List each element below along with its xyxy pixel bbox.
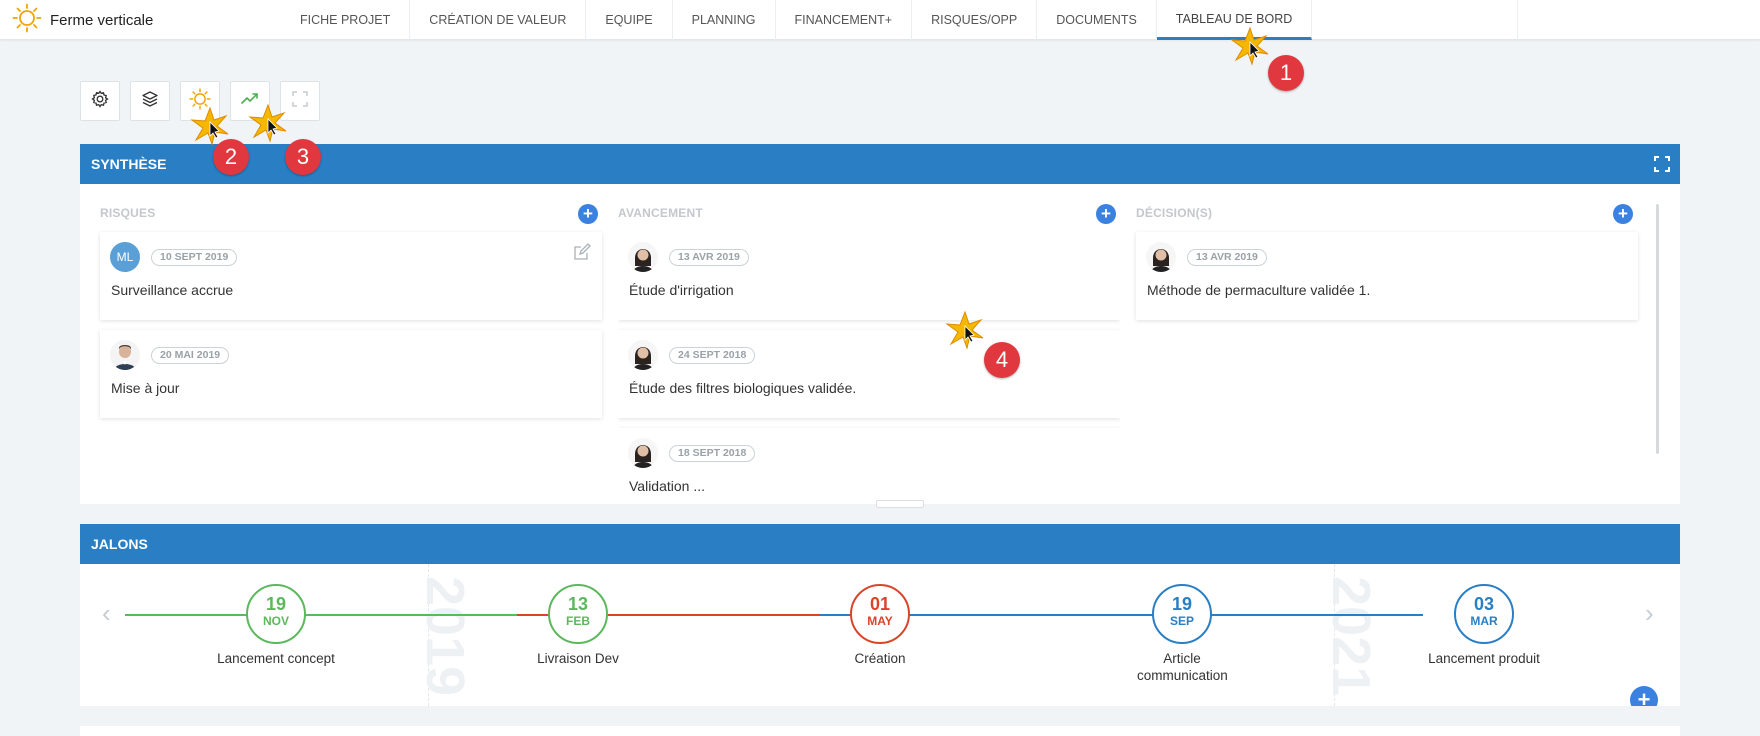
tab-fiche-projet[interactable]: FICHE PROJET	[281, 0, 411, 40]
year-label: 2019	[415, 576, 475, 697]
date-badge: 24 SEPT 2018	[669, 347, 756, 364]
cursor-highlight-icon	[1230, 26, 1269, 66]
milestone-day: 03	[1473, 594, 1495, 614]
layers-button[interactable]	[130, 81, 170, 121]
date-badge: 10 SEPT 2019	[151, 249, 238, 266]
chevron-right-icon[interactable]: ›	[1645, 598, 1654, 629]
tab-risques-opp[interactable]: RISQUES/OPP	[912, 0, 1038, 40]
card-text: Méthode de permaculture validée 1.	[1147, 282, 1371, 298]
date-badge: 13 AVR 2019	[1187, 249, 1267, 266]
avatar	[628, 340, 658, 370]
callout-badge: 1	[1268, 55, 1304, 91]
milestone-day: 19	[1171, 594, 1193, 614]
settings-button[interactable]	[80, 81, 120, 121]
app-title: Ferme verticale	[50, 11, 154, 29]
avancement-card[interactable]: 13 AVR 2019 Étude d'irrigation	[618, 232, 1120, 320]
tab-equipe[interactable]: EQUIPE	[586, 0, 673, 40]
card-text: Mise à jour	[111, 380, 180, 396]
avancement-card[interactable]: 18 SEPT 2018 Validation ...	[618, 428, 1120, 502]
synthese-title: SYNTHÈSE	[91, 156, 167, 172]
gear-icon	[90, 89, 110, 114]
callout-badge: 3	[285, 139, 321, 175]
brand[interactable]: Ferme verticale	[12, 0, 153, 40]
card-text: Surveillance accrue	[111, 282, 234, 298]
add-decision-button[interactable]: +	[1613, 204, 1633, 224]
milestone-day: 19	[265, 594, 287, 614]
milestone-label: Création	[854, 651, 906, 666]
tab-empty	[1312, 0, 1519, 40]
decision-card[interactable]: 13 AVR 2019 Méthode de permaculture vali…	[1136, 232, 1638, 320]
year-label: 2021	[1321, 576, 1381, 697]
date-badge: 13 AVR 2019	[669, 249, 749, 266]
milestone-badge[interactable]: 13 FEB	[548, 584, 608, 644]
main-tabs: FICHE PROJET CRÉATION DE VALEUR EQUIPE P…	[281, 0, 1519, 40]
tab-creation-de-valeur[interactable]: CRÉATION DE VALEUR	[410, 0, 587, 40]
date-badge: 18 SEPT 2018	[669, 445, 756, 462]
milestone-badge[interactable]: 19 NOV	[246, 584, 306, 644]
jalons-body: 2019 2021 ‹ › 19 NOV Lancement concept 1…	[80, 564, 1680, 706]
milestone-badge[interactable]: 01 MAY	[850, 584, 910, 644]
milestone-day: 13	[567, 594, 589, 614]
cursor-highlight-icon	[945, 310, 984, 350]
callout-badge: 2	[213, 139, 249, 175]
callout-badge: 4	[984, 342, 1020, 378]
milestone-month: MAR	[1470, 614, 1498, 628]
milestone-month: FEB	[566, 614, 590, 628]
card-text: Étude des filtres biologiques validée.	[629, 380, 857, 396]
milestone-month: SEP	[1169, 614, 1194, 628]
risque-card[interactable]: ML 10 SEPT 2019 Surveillance accrue	[100, 232, 602, 320]
col-title-risques: RISQUES	[100, 206, 156, 220]
avatar	[628, 438, 658, 468]
next-panel	[80, 726, 1680, 736]
milestone-label: Lancement produit	[1428, 651, 1540, 666]
milestone-label: Livraison Dev	[537, 651, 619, 666]
edit-icon[interactable]	[572, 242, 592, 267]
tab-planning[interactable]: PLANNING	[673, 0, 776, 40]
card-text: Étude d'irrigation	[629, 282, 734, 298]
synthese-body: RISQUES + ML 10 SEPT 2019 Surveillance a…	[80, 184, 1680, 504]
avatar	[1146, 242, 1176, 272]
jalons-header: JALONS	[80, 524, 1680, 564]
avatar: ML	[110, 242, 140, 272]
avancement-list[interactable]: 13 AVR 2019 Étude d'irrigation 24 SEPT 2…	[618, 232, 1120, 502]
top-navbar: Ferme verticale FICHE PROJET CRÉATION DE…	[0, 0, 1760, 40]
synthese-header: SYNTHÈSE	[80, 144, 1680, 184]
card-text: Validation ...	[629, 478, 706, 494]
col-title-avancement: AVANCEMENT	[618, 206, 703, 220]
milestone-badge[interactable]: 19 SEP	[1152, 584, 1212, 644]
milestone-label: Lancement concept	[217, 651, 335, 666]
milestone-month: MAY	[867, 614, 893, 628]
fullscreen-icon	[291, 90, 309, 113]
add-milestone-button[interactable]: +	[1630, 686, 1658, 706]
date-badge: 20 MAI 2019	[151, 347, 230, 364]
tab-financement[interactable]: FINANCEMENT+	[776, 0, 913, 40]
avatar	[628, 242, 658, 272]
risque-card[interactable]: 20 MAI 2019 Mise à jour	[100, 330, 602, 418]
layers-icon	[140, 89, 160, 114]
expand-icon[interactable]	[1654, 156, 1670, 175]
milestone-day: 01	[869, 594, 891, 614]
avancement-card[interactable]: 24 SEPT 2018 Étude des filtres biologiqu…	[618, 330, 1120, 418]
milestone-badge[interactable]: 03 MAR	[1454, 584, 1514, 644]
avatar	[110, 340, 140, 370]
resize-handle[interactable]	[876, 500, 924, 508]
milestone-label: Article communication	[1137, 651, 1228, 683]
milestone-month: NOV	[262, 614, 289, 628]
cursor-highlight-icon	[248, 103, 287, 143]
chevron-left-icon[interactable]: ‹	[102, 598, 111, 629]
add-risque-button[interactable]: +	[578, 204, 598, 224]
tab-documents[interactable]: DOCUMENTS	[1037, 0, 1157, 40]
col-title-decisions: DÉCISION(S)	[1136, 206, 1213, 220]
sun-icon	[12, 3, 42, 38]
scrollbar[interactable]	[1656, 204, 1659, 454]
timeline-segment	[125, 614, 517, 616]
add-avancement-button[interactable]: +	[1096, 204, 1116, 224]
jalons-title: JALONS	[91, 536, 148, 552]
